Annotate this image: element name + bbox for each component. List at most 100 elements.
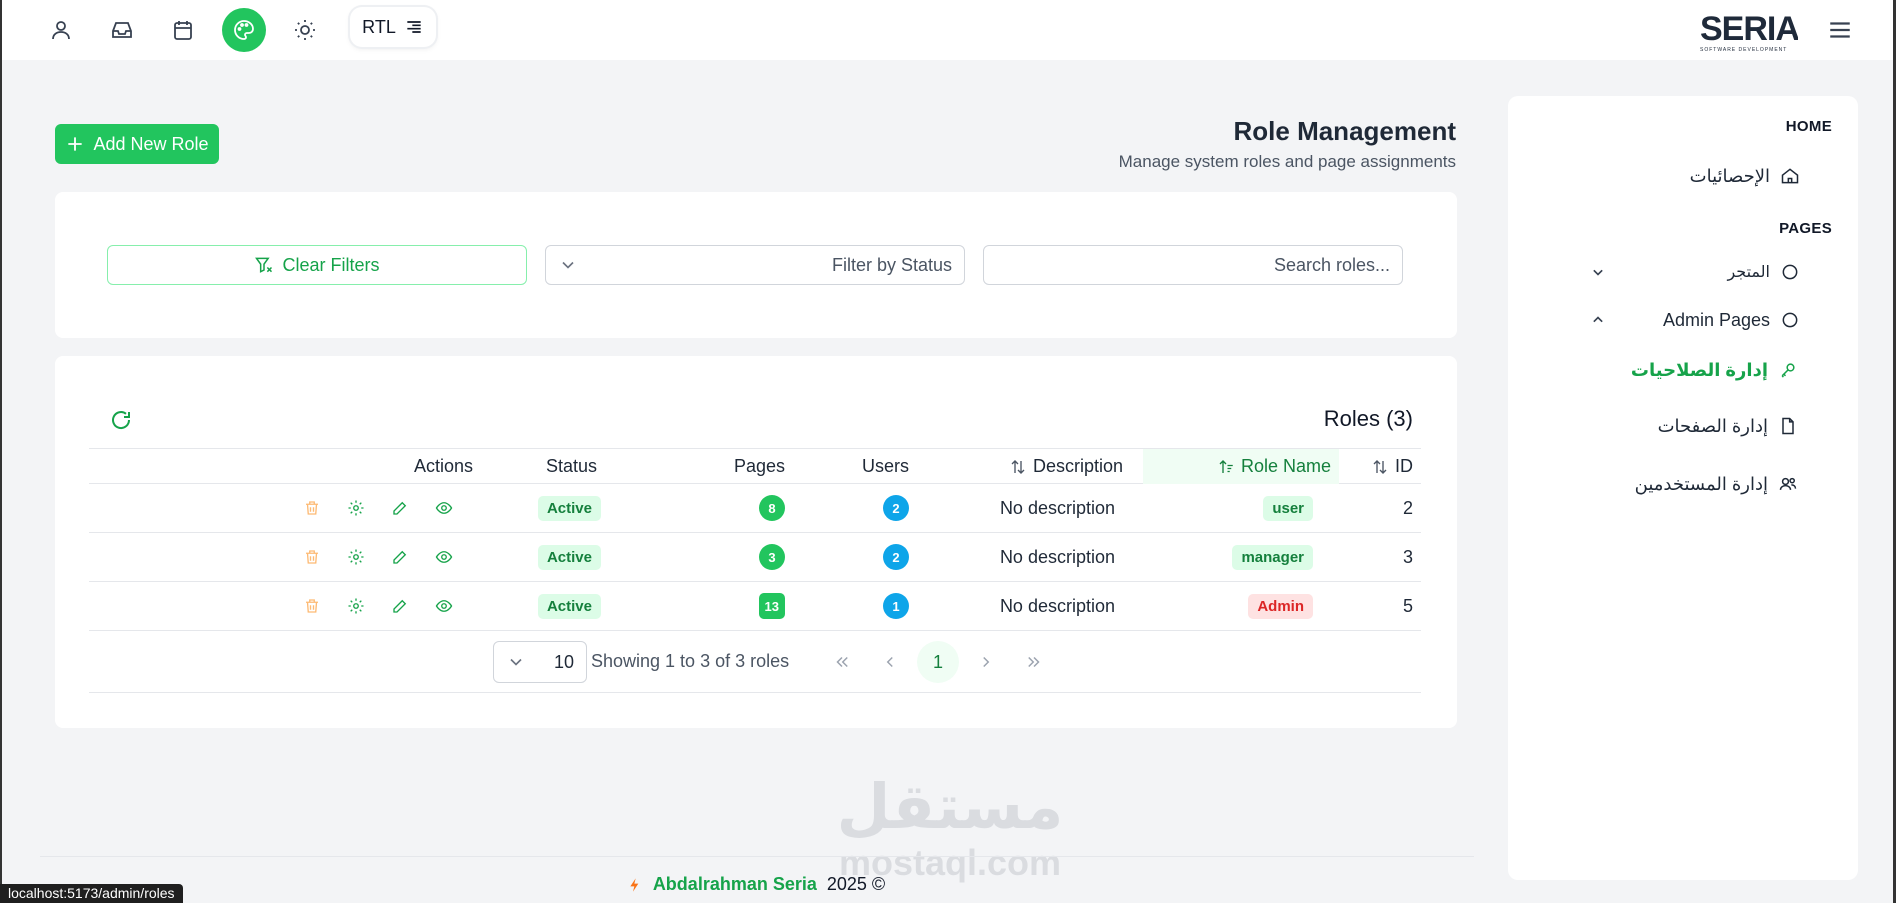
column-label: Actions — [413, 456, 473, 476]
cell-description: No description — [999, 595, 1115, 616]
users-icon — [1778, 474, 1798, 494]
watermark: مستقل mostaql.com — [832, 770, 1068, 883]
column-label: Description — [1032, 456, 1123, 476]
column-label: Status — [545, 456, 597, 476]
clear-filters-button[interactable]: Clear Filters — [107, 245, 527, 285]
sort-icon — [1373, 459, 1387, 474]
sidebar-item-label: الإحصائيات — [1689, 165, 1770, 186]
gear-icon[interactable] — [345, 595, 367, 617]
sidebar-item-users-mgmt[interactable]: إدارة المستخدمين — [1548, 468, 1798, 500]
prev-page-icon[interactable] — [869, 641, 911, 683]
role-name-badge: Admin — [1248, 593, 1313, 619]
cell-id: 3 — [1402, 546, 1413, 567]
cell-id: 2 — [1402, 497, 1413, 518]
clear-filters-label: Clear Filters — [282, 254, 380, 275]
circle-icon — [1780, 262, 1800, 282]
key-icon — [1778, 360, 1798, 380]
inbox-icon[interactable] — [100, 8, 144, 52]
sidebar-item-label: Admin Pages — [1662, 309, 1770, 330]
footer: Abdalrahman Seria 2025 © — [0, 874, 1512, 895]
page-button-current[interactable]: 1 — [917, 641, 959, 683]
table-row: 2 user No description 2 8 Active — [89, 484, 1421, 533]
status-badge: Active — [537, 495, 601, 521]
roles-table-card: Roles (3) ID Role Name Description Users… — [55, 356, 1457, 728]
table-row: 5 Admin No description 1 13 Active — [89, 582, 1421, 631]
per-page-value: 10 — [553, 651, 574, 672]
sidebar-item-store[interactable]: المتجر — [1548, 256, 1800, 288]
hamburger-menu-icon[interactable] — [1822, 12, 1858, 48]
users-count-badge: 2 — [883, 544, 909, 570]
pagination: 10 Showing 1 to 3 of 3 roles 1 — [89, 631, 1421, 693]
edit-icon[interactable] — [389, 497, 411, 519]
column-status: Status — [546, 449, 597, 484]
add-new-role-label: Add New Role — [93, 133, 209, 154]
edit-icon[interactable] — [389, 546, 411, 568]
sidebar: HOME الإحصائيات PAGES المتجر Admin Pages… — [1508, 96, 1858, 880]
footer-divider — [40, 856, 1474, 857]
logo-tagline: SOFTWARE DEVELOPMENT — [1700, 47, 1787, 53]
delete-icon[interactable] — [301, 497, 323, 519]
column-id[interactable]: ID — [1371, 449, 1413, 484]
rtl-toggle[interactable]: RTL — [350, 7, 436, 47]
refresh-icon[interactable] — [109, 408, 133, 432]
sun-icon[interactable] — [283, 8, 327, 52]
pages-count-badge: 8 — [759, 495, 785, 521]
next-page-icon[interactable] — [965, 641, 1007, 683]
cell-description: No description — [999, 546, 1115, 567]
delete-icon[interactable] — [301, 595, 323, 617]
gear-icon[interactable] — [345, 546, 367, 568]
column-users: Users — [862, 449, 909, 484]
chevron-up-icon — [1593, 316, 1603, 323]
per-page-select[interactable]: 10 — [493, 641, 587, 683]
page-subtitle: Manage system roles and page assignments — [1118, 152, 1456, 171]
sidebar-item-admin-pages[interactable]: Admin Pages — [1548, 304, 1800, 336]
column-label: ID — [1395, 456, 1413, 476]
chevron-down-icon — [1593, 269, 1603, 276]
sort-icon — [1011, 459, 1025, 474]
search-input[interactable] — [983, 245, 1403, 285]
sidebar-item-permissions[interactable]: إدارة الصلاحيات — [1548, 354, 1798, 386]
rtl-label: RTL — [362, 16, 396, 37]
footer-copyright: 2025 © — [826, 874, 886, 894]
sidebar-item-pages-mgmt[interactable]: إدارة الصفحات — [1548, 410, 1798, 442]
eye-icon[interactable] — [433, 546, 455, 568]
add-new-role-button[interactable]: Add New Role — [55, 124, 219, 164]
footer-author-link[interactable]: Abdalrahman Seria — [653, 874, 817, 895]
watermark-arabic: مستقل — [836, 770, 1064, 843]
status-filter-select[interactable]: Filter by Status — [545, 245, 965, 285]
status-bar-url: localhost:5173/admin/roles — [0, 884, 183, 903]
eye-icon[interactable] — [433, 595, 455, 617]
pagination-info: Showing 1 to 3 of 3 roles — [591, 651, 790, 671]
logo-text: SERIA — [1700, 10, 1798, 48]
column-description[interactable]: Description — [1009, 449, 1123, 484]
column-label: Role Name — [1240, 456, 1331, 476]
column-role-name[interactable]: Role Name — [1143, 449, 1339, 484]
sidebar-section-pages: PAGES — [1779, 220, 1832, 237]
table-row: 3 manager No description 2 3 Active — [89, 533, 1421, 582]
delete-icon[interactable] — [301, 546, 323, 568]
sidebar-item-label: إدارة الصفحات — [1657, 415, 1768, 436]
users-count-badge: 2 — [883, 495, 909, 521]
sidebar-item-stats[interactable]: الإحصائيات — [1548, 160, 1800, 192]
chevron-down-icon — [510, 658, 522, 666]
role-name-badge: manager — [1232, 544, 1313, 570]
users-count-badge: 1 — [883, 593, 909, 619]
page-title: Role Management — [1233, 116, 1457, 146]
gear-icon[interactable] — [345, 497, 367, 519]
sidebar-section-home: HOME — [1785, 118, 1832, 135]
chevron-down-icon — [562, 261, 574, 269]
status-badge: Active — [537, 544, 601, 570]
table-header: ID Role Name Description Users Pages Sta… — [89, 448, 1421, 484]
calendar-icon[interactable] — [161, 8, 205, 52]
roles-table: ID Role Name Description Users Pages Sta… — [89, 448, 1421, 693]
last-page-icon[interactable] — [1013, 641, 1055, 683]
user-icon[interactable] — [39, 8, 83, 52]
sort-ascending-icon — [1219, 459, 1233, 473]
first-page-icon[interactable] — [821, 641, 863, 683]
edit-icon[interactable] — [389, 595, 411, 617]
sidebar-item-label: المتجر — [1727, 264, 1770, 281]
cell-description: No description — [999, 497, 1115, 518]
window-edge-left — [0, 0, 2, 903]
palette-icon[interactable] — [222, 8, 266, 52]
eye-icon[interactable] — [433, 497, 455, 519]
